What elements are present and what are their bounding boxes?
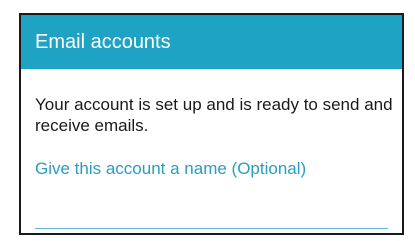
email-setup-dialog: Email accounts Your account is set up an…: [19, 13, 404, 235]
page-title: Email accounts: [35, 31, 171, 53]
account-name-input[interactable]: [35, 199, 388, 229]
title-bar: Email accounts: [21, 15, 402, 69]
account-name-label: Give this account a name (Optional): [35, 159, 307, 178]
setup-complete-message: Your account is set up and is ready to s…: [35, 95, 393, 135]
